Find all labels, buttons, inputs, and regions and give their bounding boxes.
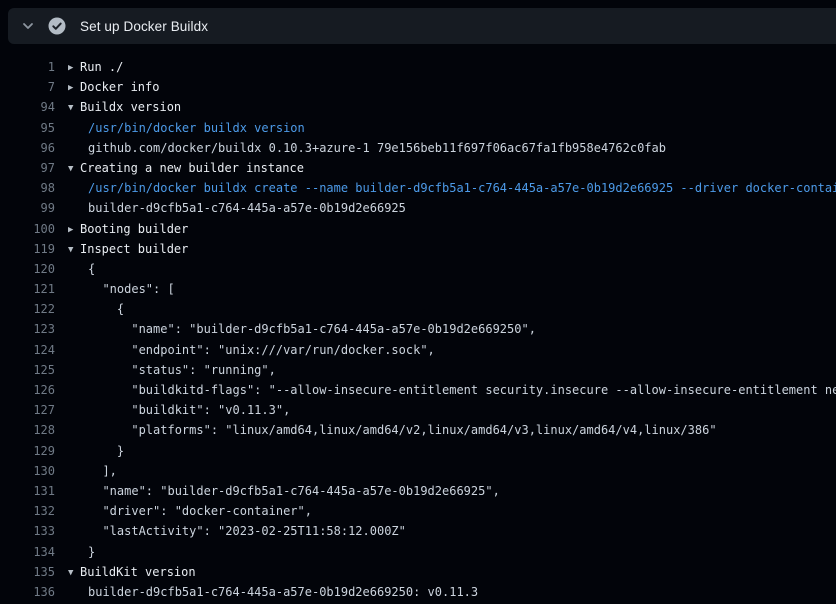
chevron-down-icon[interactable]: [16, 14, 40, 38]
line-number[interactable]: 99: [0, 198, 55, 218]
log-line-text: /usr/bin/docker buildx create --name bui…: [88, 181, 836, 195]
line-number[interactable]: 123: [0, 319, 55, 339]
log-line-text: "buildkit": "v0.11.3",: [88, 403, 290, 417]
log-line-text: "nodes": [: [88, 282, 175, 296]
log-line[interactable]: 100 ▶Booting builder: [0, 219, 836, 239]
log-line-text: }: [88, 545, 95, 559]
log-line: 133 "lastActivity": "2023-02-25T11:58:12…: [0, 521, 836, 541]
log-line-text: builder-d9cfb5a1-c764-445a-a57e-0b19d2e6…: [88, 201, 406, 215]
line-number[interactable]: 119: [0, 239, 55, 259]
log-line[interactable]: 1 ▶Run ./: [0, 57, 836, 77]
line-number[interactable]: 122: [0, 299, 55, 319]
line-number[interactable]: 98: [0, 178, 55, 198]
log-line-text: {: [88, 302, 124, 316]
log-line: 134 }: [0, 542, 836, 562]
log-line-text: "lastActivity": "2023-02-25T11:58:12.000…: [88, 524, 406, 538]
log-line[interactable]: 94 ▼Buildx version: [0, 97, 836, 117]
log-line: 129 }: [0, 441, 836, 461]
log-line: 127 "buildkit": "v0.11.3",: [0, 400, 836, 420]
log-line-text: Booting builder: [80, 222, 188, 236]
group-toggle-arrow[interactable]: ▶: [68, 78, 80, 97]
line-number[interactable]: 124: [0, 340, 55, 360]
line-number[interactable]: 131: [0, 481, 55, 501]
log-line-text: /usr/bin/docker buildx version: [88, 121, 305, 135]
log-line: 126 "buildkitd-flags": "--allow-insecure…: [0, 380, 836, 400]
line-number[interactable]: 94: [0, 97, 55, 117]
log-line[interactable]: 119 ▼Inspect builder: [0, 239, 836, 259]
step-header[interactable]: Set up Docker Buildx: [8, 8, 836, 44]
line-number[interactable]: 129: [0, 441, 55, 461]
log-line-text: ],: [88, 464, 117, 478]
log-line: 121 "nodes": [: [0, 279, 836, 299]
line-number[interactable]: 133: [0, 521, 55, 541]
log-line: 125 "status": "running",: [0, 360, 836, 380]
line-number[interactable]: 134: [0, 542, 55, 562]
group-toggle-arrow[interactable]: ▼: [68, 563, 80, 582]
log-line-text: BuildKit version: [80, 565, 196, 579]
log-area: 1 ▶Run ./ 7 ▶Docker info 94 ▼Buildx vers…: [0, 44, 836, 604]
check-circle-icon: [44, 14, 70, 38]
log-line[interactable]: 7 ▶Docker info: [0, 77, 836, 97]
log-line[interactable]: 135 ▼BuildKit version: [0, 562, 836, 582]
log-line: 120 {: [0, 259, 836, 279]
line-number[interactable]: 128: [0, 420, 55, 440]
log-line: 99 builder-d9cfb5a1-c764-445a-a57e-0b19d…: [0, 198, 836, 218]
line-number[interactable]: 100: [0, 219, 55, 239]
line-number[interactable]: 1: [0, 57, 55, 77]
line-number[interactable]: 126: [0, 380, 55, 400]
group-toggle-arrow[interactable]: ▼: [68, 159, 80, 178]
log-line: 131 "name": "builder-d9cfb5a1-c764-445a-…: [0, 481, 836, 501]
actions-log-viewer: Set up Docker Buildx 1 ▶Run ./ 7 ▶Docker…: [0, 0, 836, 604]
log-line: 128 "platforms": "linux/amd64,linux/amd6…: [0, 420, 836, 440]
log-line-text: Docker info: [80, 80, 159, 94]
log-line-text: "name": "builder-d9cfb5a1-c764-445a-a57e…: [88, 322, 536, 336]
log-line-text: github.com/docker/buildx 0.10.3+azure-1 …: [88, 141, 666, 155]
line-number[interactable]: 120: [0, 259, 55, 279]
log-line: 95 /usr/bin/docker buildx version: [0, 118, 836, 138]
line-number[interactable]: 136: [0, 582, 55, 602]
line-number[interactable]: 96: [0, 138, 55, 158]
line-number[interactable]: 127: [0, 400, 55, 420]
line-number[interactable]: 95: [0, 118, 55, 138]
line-number[interactable]: 121: [0, 279, 55, 299]
log-line: 98 /usr/bin/docker buildx create --name …: [0, 178, 836, 198]
line-number[interactable]: 97: [0, 158, 55, 178]
line-number[interactable]: 132: [0, 501, 55, 521]
log-line-text: Buildx version: [80, 100, 181, 114]
line-number[interactable]: 7: [0, 77, 55, 97]
log-line-text: }: [88, 444, 124, 458]
step-title: Set up Docker Buildx: [80, 19, 208, 34]
log-line: 132 "driver": "docker-container",: [0, 501, 836, 521]
line-number[interactable]: 130: [0, 461, 55, 481]
log-line-text: "endpoint": "unix:///var/run/docker.sock…: [88, 343, 435, 357]
log-line-text: Inspect builder: [80, 242, 188, 256]
log-line-text: "platforms": "linux/amd64,linux/amd64/v2…: [88, 423, 717, 437]
log-line-text: {: [88, 262, 95, 276]
log-line-text: Creating a new builder instance: [80, 161, 304, 175]
log-line-text: builder-d9cfb5a1-c764-445a-a57e-0b19d2e6…: [88, 585, 478, 599]
log-line: 130 ],: [0, 461, 836, 481]
group-toggle-arrow[interactable]: ▶: [68, 58, 80, 77]
log-line: 124 "endpoint": "unix:///var/run/docker.…: [0, 340, 836, 360]
line-number[interactable]: 135: [0, 562, 55, 582]
log-line-text: "name": "builder-d9cfb5a1-c764-445a-a57e…: [88, 484, 500, 498]
log-line: 122 {: [0, 299, 836, 319]
log-line-text: Run ./: [80, 60, 123, 74]
log-line-text: "driver": "docker-container",: [88, 504, 312, 518]
log-line[interactable]: 97 ▼Creating a new builder instance: [0, 158, 836, 178]
group-toggle-arrow[interactable]: ▶: [68, 220, 80, 239]
log-line: 96 github.com/docker/buildx 0.10.3+azure…: [0, 138, 836, 158]
group-toggle-arrow[interactable]: ▼: [68, 98, 80, 117]
log-line-text: "status": "running",: [88, 363, 276, 377]
log-line: 136 builder-d9cfb5a1-c764-445a-a57e-0b19…: [0, 582, 836, 602]
line-number[interactable]: 125: [0, 360, 55, 380]
group-toggle-arrow[interactable]: ▼: [68, 240, 80, 259]
log-line: 123 "name": "builder-d9cfb5a1-c764-445a-…: [0, 319, 836, 339]
log-line-text: "buildkitd-flags": "--allow-insecure-ent…: [88, 383, 836, 397]
